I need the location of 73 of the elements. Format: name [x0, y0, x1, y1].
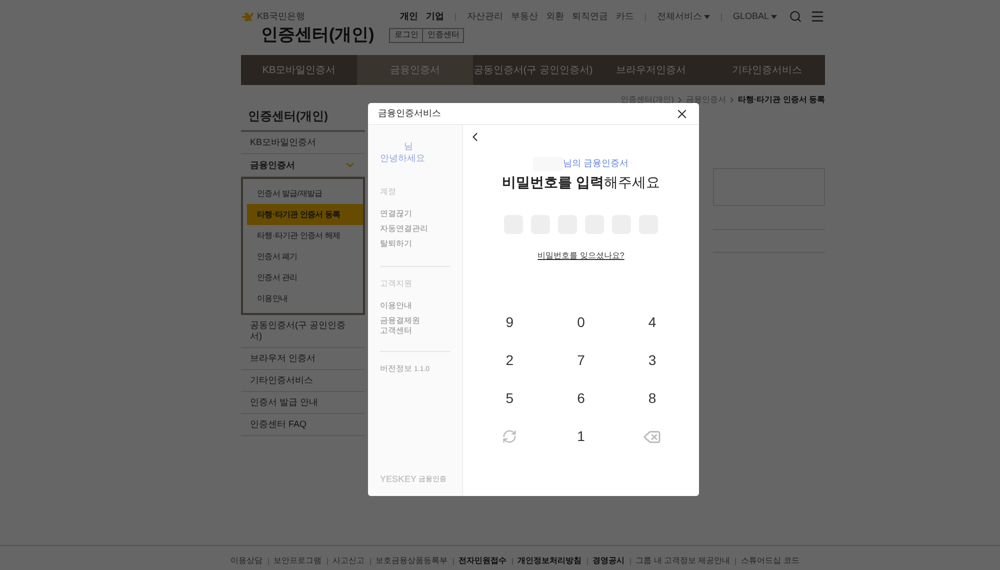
submenu-item[interactable]: 이용안내 — [247, 288, 363, 309]
footer-link[interactable]: 경영공시 — [592, 555, 625, 567]
caret-icon — [771, 14, 777, 18]
side-link[interactable]: 자동연결관리 — [380, 224, 450, 234]
keypad-key[interactable]: 9 — [474, 312, 546, 333]
nav-tab[interactable]: 기타인증서비스 — [708, 55, 826, 85]
nav-link[interactable]: 자산관리 — [462, 10, 507, 24]
side-link[interactable]: 이용안내 — [380, 301, 450, 311]
footer-link[interactable]: 사고신고 — [332, 555, 365, 567]
submenu-item[interactable]: 인증서 관리 — [247, 267, 363, 288]
submenu-item[interactable]: 인증서 폐기 — [247, 246, 363, 267]
greeting: 안녕하세요 — [380, 152, 426, 164]
sidebar-item[interactable]: 공동인증서(구 공인인증서) — [241, 315, 365, 348]
sidebar-item[interactable]: 인증서 발급 안내 — [241, 392, 365, 414]
header-button[interactable]: 인증센터 — [422, 28, 464, 42]
sidebar-item[interactable]: 기타인증서비스 — [241, 370, 365, 392]
chevron-right-icon — [678, 97, 682, 103]
keypad-key[interactable]: 1 — [545, 426, 617, 447]
side-link[interactable]: 금융결제원 고객센터 — [380, 316, 450, 336]
footer-link[interactable]: 전자민원접수 — [458, 555, 507, 567]
sidebar-item[interactable]: 브라우저 인증서 — [241, 348, 365, 370]
caret-icon — [704, 14, 710, 18]
logo-icon — [241, 12, 254, 22]
nav-link[interactable]: 카드 — [612, 10, 638, 24]
user-name: 님 — [403, 141, 414, 152]
keypad-key[interactable]: 0 — [545, 312, 617, 333]
nav-link[interactable]: GLOBAL — [728, 10, 781, 24]
footer-link[interactable]: 이용상담 — [230, 555, 263, 567]
keypad-key[interactable]: 6 — [545, 388, 617, 409]
keypad-key[interactable]: 4 — [616, 312, 688, 333]
keypad-key[interactable]: 3 — [616, 350, 688, 371]
sidebar-item[interactable]: 금융인증서 — [241, 154, 365, 177]
side-link[interactable]: 연결끊기 — [380, 209, 450, 219]
footer-link[interactable]: 보호금융상품등록부 — [376, 555, 448, 567]
section-heading: 계정 — [380, 186, 397, 198]
submenu-item[interactable]: 타행·타기관 인증서 등록 — [247, 204, 363, 225]
section-heading: 고객지원 — [380, 278, 413, 290]
nav-link[interactable]: 부동산 — [506, 10, 542, 24]
nav-tab[interactable]: 공동인증서(구 공인인증서) — [473, 55, 593, 85]
dialog-title: 금융인증서비스 — [378, 106, 441, 120]
header-button[interactable]: 로그인 — [389, 28, 424, 42]
menu-icon[interactable] — [810, 9, 825, 24]
sidebar-item[interactable]: KB모바일인증서 — [241, 132, 365, 154]
side-link[interactable]: 탈퇴하기 — [380, 239, 450, 249]
nav-tab[interactable]: 브라우저인증서 — [592, 55, 709, 85]
nav-link[interactable]: 퇴직연금 — [568, 10, 612, 24]
nav-link[interactable]: 기업 — [422, 10, 448, 24]
sidebar-title: 인증센터(개인) — [241, 105, 365, 132]
submenu-item[interactable]: 인증서 발급/재발급 — [247, 183, 363, 204]
submenu-item[interactable]: 타행·타기관 인증서 해제 — [247, 225, 363, 246]
sidebar-item[interactable]: 인증센터 FAQ — [241, 414, 365, 436]
footer-link[interactable]: 그룹 내 고객정보 제공안내 — [636, 555, 730, 567]
refresh-icon — [502, 429, 518, 444]
forgot-password-link[interactable]: 비밀번호를 잊으셨나요? — [538, 250, 624, 262]
bank-logo[interactable]: KB국민은행 — [257, 10, 306, 24]
keypad-key[interactable]: 8 — [616, 388, 688, 409]
footer-link[interactable]: 보안프로그램 — [274, 555, 322, 567]
version-label: 버전정보 — [380, 363, 412, 375]
search-icon[interactable] — [789, 10, 802, 23]
keypad-key[interactable]: 7 — [545, 350, 617, 371]
keypad-key[interactable]: 5 — [474, 388, 546, 409]
keypad-key[interactable]: 2 — [474, 350, 546, 371]
certificate-owner: 님의 금융인증서 — [563, 157, 629, 170]
nav-link[interactable]: 개인 — [396, 10, 422, 24]
nav-tab[interactable]: KB모바일인증서 — [241, 55, 358, 85]
footer-link[interactable]: 개인정보처리방침 — [518, 555, 582, 567]
nav-link[interactable]: 외환 — [542, 10, 568, 24]
chevron-right-icon — [730, 97, 734, 103]
footer-link[interactable]: 스튜어드십 코드 — [741, 555, 800, 567]
password-prompt: 비밀번호를 입력해주세요 — [502, 173, 660, 192]
page-title: 인증센터(개인) — [261, 24, 374, 46]
breadcrumb-link[interactable]: 타행·타기관 인증서 등록 — [738, 94, 825, 106]
nav-link[interactable]: 전체서비스 — [652, 10, 714, 24]
